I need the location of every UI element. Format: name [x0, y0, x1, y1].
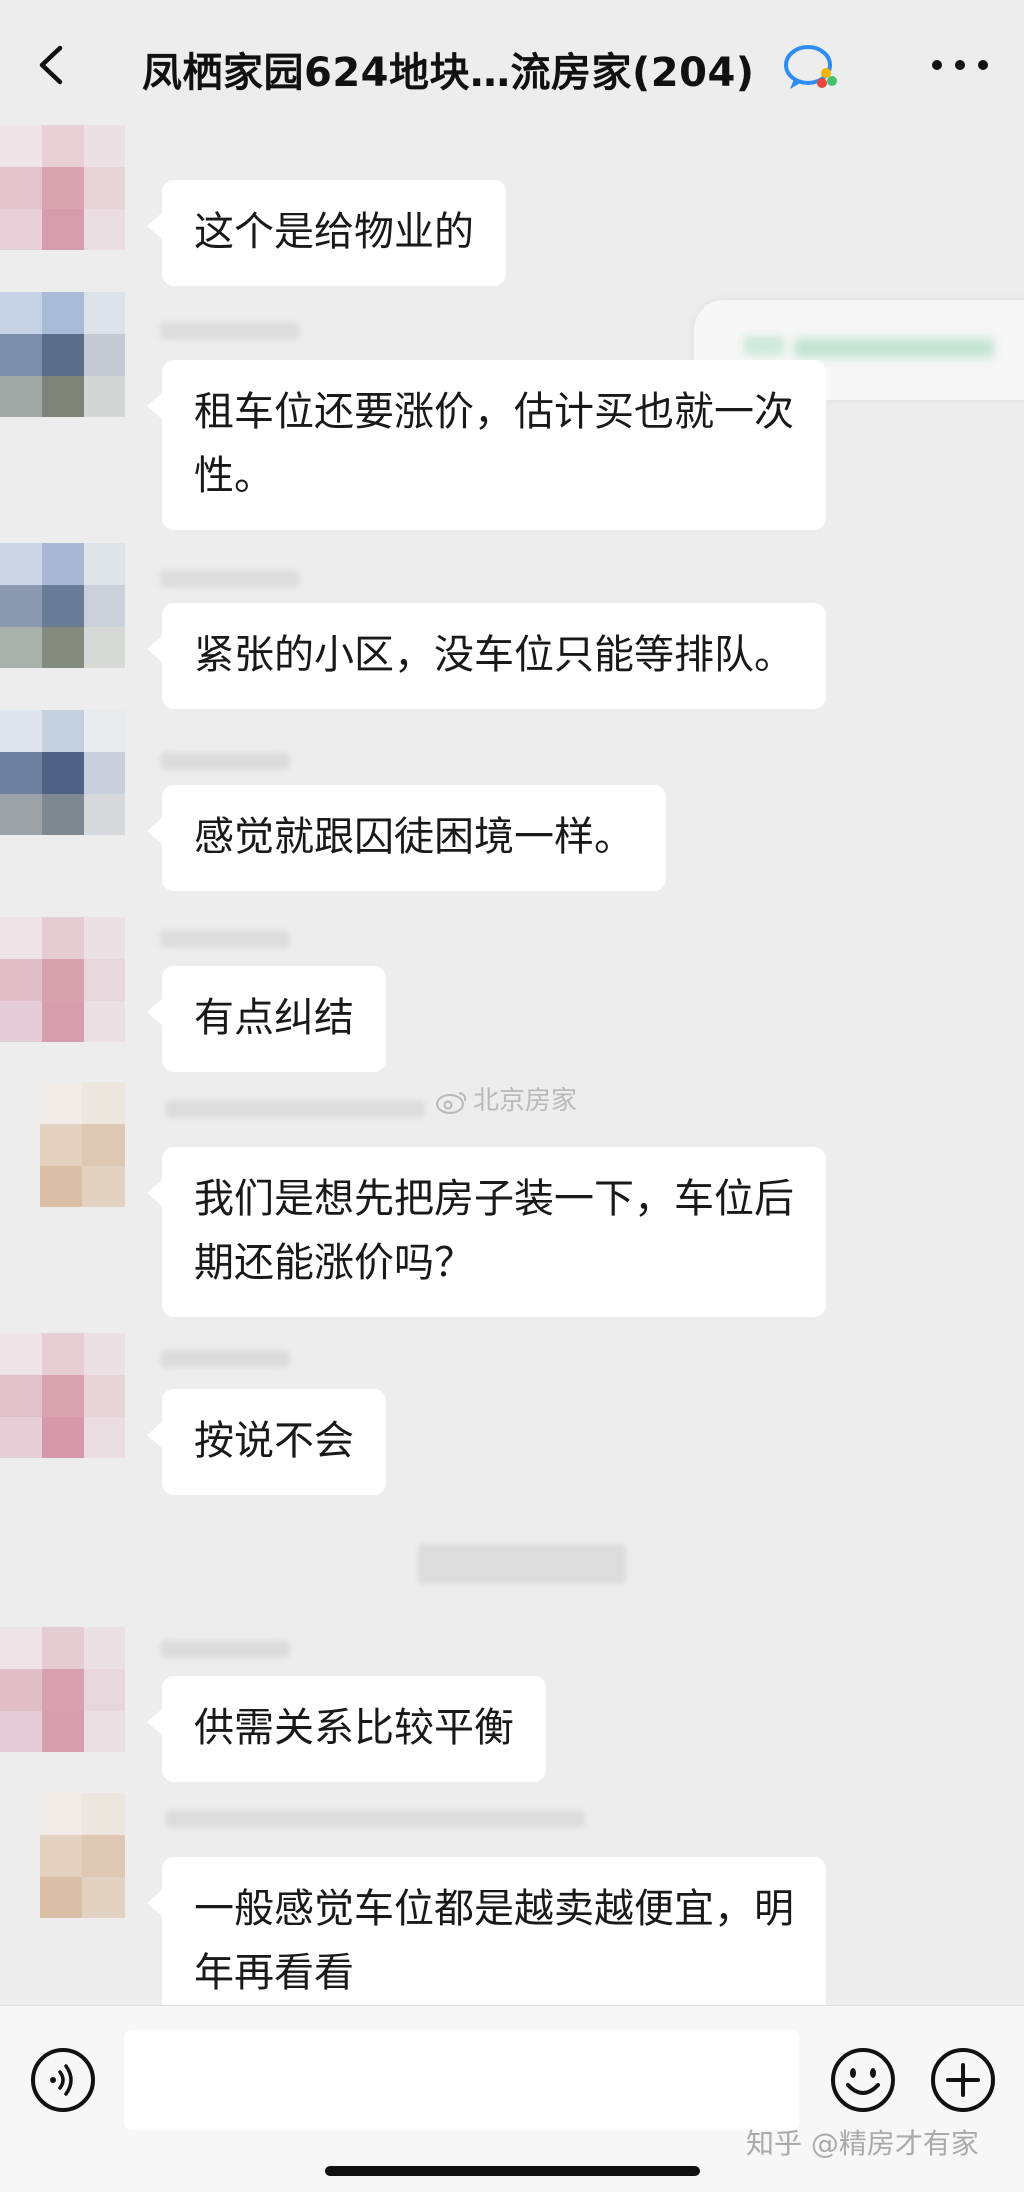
sender-name [160, 930, 290, 948]
avatar[interactable] [0, 292, 125, 417]
avatar[interactable] [0, 917, 125, 1042]
sender-name [165, 1810, 585, 1828]
message-bubble[interactable]: 感觉就跟囚徒困境一样。 [147, 785, 666, 891]
avatar[interactable] [40, 1082, 125, 1207]
weibo-watermark: 北京房家 [435, 1080, 577, 1117]
message-bubble[interactable]: 按说不会 [147, 1389, 386, 1495]
message-bubble[interactable]: 这个是给物业的 [147, 180, 506, 286]
message-text: 有点纠结 [194, 995, 354, 1041]
chat-title: 凤栖家园624地块…流房家(204) [142, 50, 755, 96]
more-icon[interactable] [925, 50, 995, 80]
message-text: 年再看看 [194, 1950, 354, 1996]
message-bubble[interactable]: 租车位还要涨价，估计买也就一次 性。 [147, 360, 826, 530]
avatar[interactable] [0, 1333, 125, 1458]
avatar[interactable] [0, 1627, 125, 1752]
chat-header: 凤栖家园624地块…流房家(204) [0, 0, 1024, 130]
message-bubble[interactable]: 供需关系比较平衡 [147, 1676, 546, 1782]
message-text: 期还能涨价吗？ [194, 1240, 474, 1286]
avatar[interactable] [0, 125, 125, 250]
message-text: 性。 [194, 453, 274, 499]
message-text: 我们是想先把房子装一下，车位后 [194, 1176, 794, 1222]
message-input[interactable] [124, 2030, 799, 2130]
sender-name [160, 752, 290, 770]
back-arrow-icon[interactable] [28, 40, 78, 90]
message-bubble[interactable]: 我们是想先把房子装一下，车位后 期还能涨价吗？ [147, 1147, 826, 1317]
home-indicator[interactable] [325, 2166, 700, 2176]
message-text: 紧张的小区，没车位只能等排队。 [194, 632, 794, 678]
watermark-text: 北京房家 [473, 1086, 578, 1116]
sender-name [165, 1100, 425, 1118]
zhihu-credit: 知乎 @精房才有家 [746, 2127, 979, 2160]
message-bubble[interactable]: 紧张的小区，没车位只能等排队。 [147, 603, 826, 709]
wecom-chat-icon [784, 45, 837, 89]
message-text: 一般感觉车位都是越卖越便宜，明 [194, 1886, 794, 1932]
timestamp [418, 1544, 626, 1584]
message-text: 这个是给物业的 [194, 209, 474, 255]
avatar[interactable] [0, 543, 125, 668]
sender-name [160, 322, 300, 340]
message-text: 供需关系比较平衡 [194, 1705, 514, 1751]
weibo-icon [436, 1091, 467, 1114]
avatar[interactable] [40, 1793, 125, 1918]
message-text: 感觉就跟囚徒困境一样。 [194, 814, 634, 860]
sender-name [160, 1350, 290, 1368]
plus-icon[interactable] [928, 2045, 998, 2115]
voice-icon[interactable] [28, 2045, 98, 2115]
message-text: 按说不会 [194, 1418, 354, 1464]
sender-name [160, 570, 300, 588]
sender-name [160, 1640, 290, 1658]
message-bubble[interactable]: 有点纠结 [147, 966, 386, 1072]
message-bubble[interactable]: 一般感觉车位都是越卖越便宜，明 年再看看 [147, 1857, 826, 2027]
avatar[interactable] [0, 710, 125, 835]
emoji-icon[interactable] [828, 2045, 898, 2115]
message-text: 租车位还要涨价，估计买也就一次 [194, 389, 794, 435]
